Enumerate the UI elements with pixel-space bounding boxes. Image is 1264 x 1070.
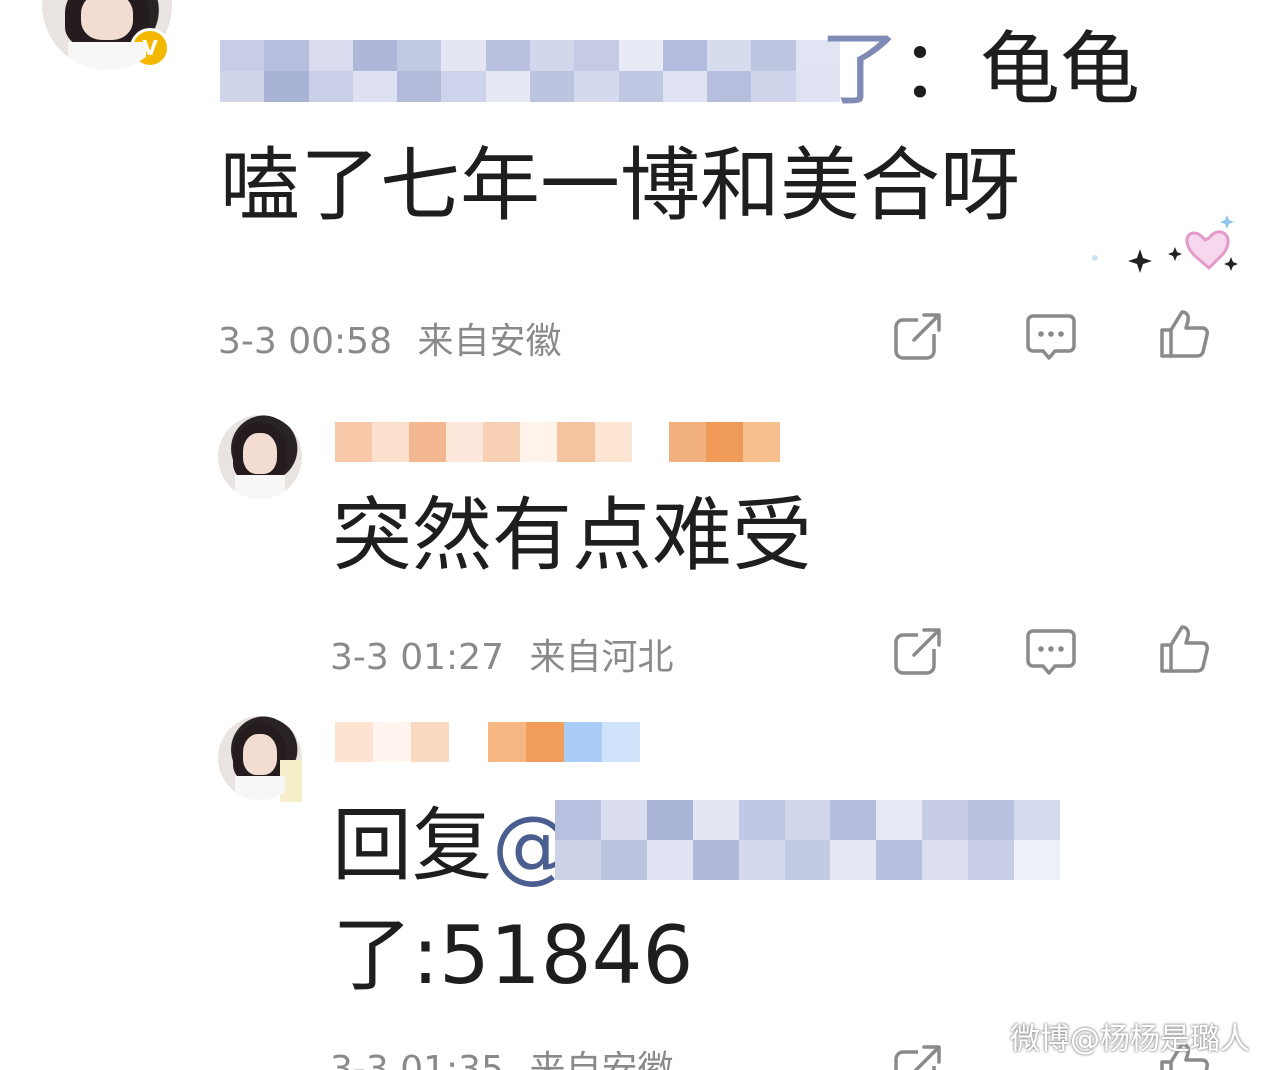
watermark: 微博@杨杨是璐人 — [1010, 1022, 1250, 1057]
avatar-collar — [68, 42, 146, 70]
avatar-face — [81, 0, 133, 40]
location: 来自安徽 — [529, 1049, 674, 1070]
timestamp: 3-3 00:58 — [218, 321, 392, 362]
like-button[interactable] — [1158, 623, 1210, 675]
like-button[interactable] — [1158, 308, 1210, 360]
redacted-mention[interactable] — [555, 800, 1060, 880]
comment-suffix: ：龟龟 — [900, 23, 1140, 116]
comment-meta: 3-3 01:27 来自河北 — [330, 628, 673, 680]
timestamp: 3-3 01:35 — [330, 1049, 504, 1070]
redacted-username — [220, 40, 840, 102]
avatar-collar — [234, 475, 286, 499]
comment-icon — [1026, 314, 1076, 360]
redacted-tail: 了 — [820, 23, 900, 116]
reply-prefix: 回复 — [332, 799, 492, 892]
comment-meta: 3-3 01:35 来自安徽 — [330, 1040, 673, 1070]
redacted-username — [335, 422, 780, 462]
reply-button[interactable] — [1025, 310, 1077, 362]
thumbs-up-icon — [1160, 310, 1209, 358]
avatar-face — [243, 734, 277, 775]
comment-text: 突然有点难受 — [332, 489, 812, 582]
comment-text-line1: 了：龟龟 — [820, 24, 1140, 116]
comment-icon — [1026, 629, 1076, 675]
share-icon — [894, 1044, 942, 1070]
avatar-collar — [234, 776, 286, 800]
thumbs-up-icon — [1160, 625, 1209, 673]
comment-thread: V 了：龟龟 嗑了七年一博和美合呀 3-3 00:58 来自安徽 突然有点难受 … — [0, 0, 1264, 1070]
comment-meta: 3-3 00:58 来自安徽 — [218, 312, 561, 364]
share-button[interactable] — [892, 310, 944, 362]
avatar[interactable] — [218, 415, 302, 499]
redacted-username — [335, 722, 640, 762]
comment-text-line2: 了:51846 — [332, 910, 693, 1002]
share-button[interactable] — [892, 1042, 944, 1070]
reply-button[interactable] — [1025, 625, 1077, 677]
heart-sticker-icon — [1085, 210, 1245, 280]
comment-text-line2: 嗑了七年一博和美合呀 — [220, 139, 1020, 232]
share-button[interactable] — [892, 625, 944, 677]
reply-text: 了:51846 — [332, 909, 694, 1002]
share-icon — [894, 312, 942, 360]
share-icon — [894, 627, 942, 675]
location: 来自安徽 — [417, 321, 562, 362]
timestamp: 3-3 01:27 — [330, 637, 504, 678]
avatar-face — [243, 433, 277, 474]
comment-text-line1: 回复@ — [332, 800, 572, 892]
location: 来自河北 — [529, 637, 674, 678]
